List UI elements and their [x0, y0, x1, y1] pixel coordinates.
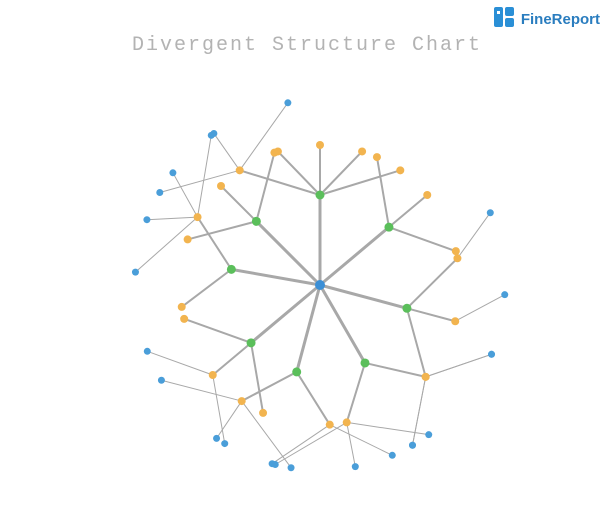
- chart-node-level3: [487, 209, 494, 216]
- chart-edge: [413, 377, 426, 445]
- chart-edge: [275, 422, 346, 464]
- chart-node-level3: [156, 189, 163, 196]
- chart-node-level3: [501, 291, 508, 298]
- chart-edge: [161, 380, 241, 401]
- chart-node-level2: [194, 213, 202, 221]
- chart-edge: [214, 133, 240, 170]
- chart-node-level3: [208, 132, 215, 139]
- chart-node-level1: [292, 367, 301, 376]
- chart-edge: [389, 195, 427, 227]
- chart-node-level2: [217, 182, 225, 190]
- chart-node-level2: [236, 166, 244, 174]
- chart-edge: [457, 213, 490, 259]
- chart-edge: [173, 173, 198, 217]
- chart-edge: [320, 227, 389, 285]
- chart-edge: [377, 157, 389, 227]
- chart-node-level3: [288, 464, 295, 471]
- chart-edge: [213, 343, 251, 375]
- chart-edge: [213, 375, 225, 444]
- chart-edge: [347, 422, 356, 466]
- chart-node-level1: [402, 304, 411, 313]
- chart-edge: [251, 343, 263, 413]
- divergent-structure-chart: [0, 60, 614, 514]
- chart-node-level2: [451, 317, 459, 325]
- chart-edge: [147, 351, 212, 375]
- chart-edge: [188, 221, 257, 239]
- chart-node-level3: [169, 169, 176, 176]
- chart-edge: [297, 285, 320, 372]
- chart-node-level3: [425, 431, 432, 438]
- chart-edge: [198, 217, 232, 269]
- chart-node-level2: [270, 149, 278, 157]
- chart-node-level0: [315, 280, 325, 290]
- chart-node-level3: [488, 351, 495, 358]
- chart-node-level3: [213, 435, 220, 442]
- chart-node-level2: [422, 373, 430, 381]
- chart-edge: [182, 269, 232, 307]
- chart-node-level1: [384, 223, 393, 232]
- chart-edge: [256, 153, 274, 222]
- chart-node-level2: [423, 191, 431, 199]
- chart-title: Divergent Structure Chart: [0, 34, 614, 57]
- chart-edge: [240, 103, 288, 171]
- chart-node-level2: [238, 397, 246, 405]
- chart-edge: [242, 372, 297, 401]
- brand-logo-icon: [493, 6, 515, 33]
- chart-edge: [184, 319, 251, 343]
- chart-node-level2: [184, 235, 192, 243]
- chart-edge: [347, 363, 365, 422]
- chart-node-level3: [132, 269, 139, 276]
- chart-node-level2: [373, 153, 381, 161]
- chart-node-level1: [361, 358, 370, 367]
- chart-node-level3: [284, 99, 291, 106]
- chart-node-level2: [180, 315, 188, 323]
- chart-edge: [455, 295, 505, 322]
- chart-edge: [272, 425, 330, 464]
- brand-header: FineReport: [493, 6, 600, 33]
- chart-edge: [407, 258, 457, 308]
- chart-node-level1: [227, 265, 236, 274]
- chart-node-level3: [158, 377, 165, 384]
- chart-node-level2: [316, 141, 324, 149]
- chart-node-level2: [452, 247, 460, 255]
- chart-edge: [221, 186, 256, 221]
- chart-node-level2: [358, 147, 366, 155]
- chart-node-level2: [259, 409, 267, 417]
- chart-node-level2: [343, 418, 351, 426]
- chart-node-level3: [144, 348, 151, 355]
- chart-node-level3: [409, 442, 416, 449]
- chart-edge: [365, 363, 426, 377]
- chart-node-level3: [269, 460, 276, 467]
- chart-edge: [426, 354, 492, 377]
- chart-node-level3: [221, 440, 228, 447]
- chart-node-level2: [209, 371, 217, 379]
- chart-edge: [147, 217, 198, 220]
- chart-edge: [407, 308, 455, 321]
- chart-edge: [135, 217, 197, 272]
- chart-edge: [251, 285, 320, 343]
- chart-node-level3: [389, 452, 396, 459]
- chart-node-level2: [178, 303, 186, 311]
- chart-node-level2: [453, 254, 461, 262]
- chart-node-level3: [352, 463, 359, 470]
- chart-edge: [389, 227, 456, 251]
- brand-name: FineReport: [521, 11, 600, 28]
- chart-edge: [297, 372, 330, 425]
- chart-edge: [330, 425, 393, 456]
- chart-node-level2: [396, 166, 404, 174]
- chart-node-level3: [143, 216, 150, 223]
- chart-edge: [407, 308, 426, 377]
- chart-node-level1: [252, 217, 261, 226]
- chart-edge: [198, 135, 212, 217]
- chart-node-level1: [247, 338, 256, 347]
- chart-node-level1: [316, 191, 325, 200]
- chart-node-level2: [326, 421, 334, 429]
